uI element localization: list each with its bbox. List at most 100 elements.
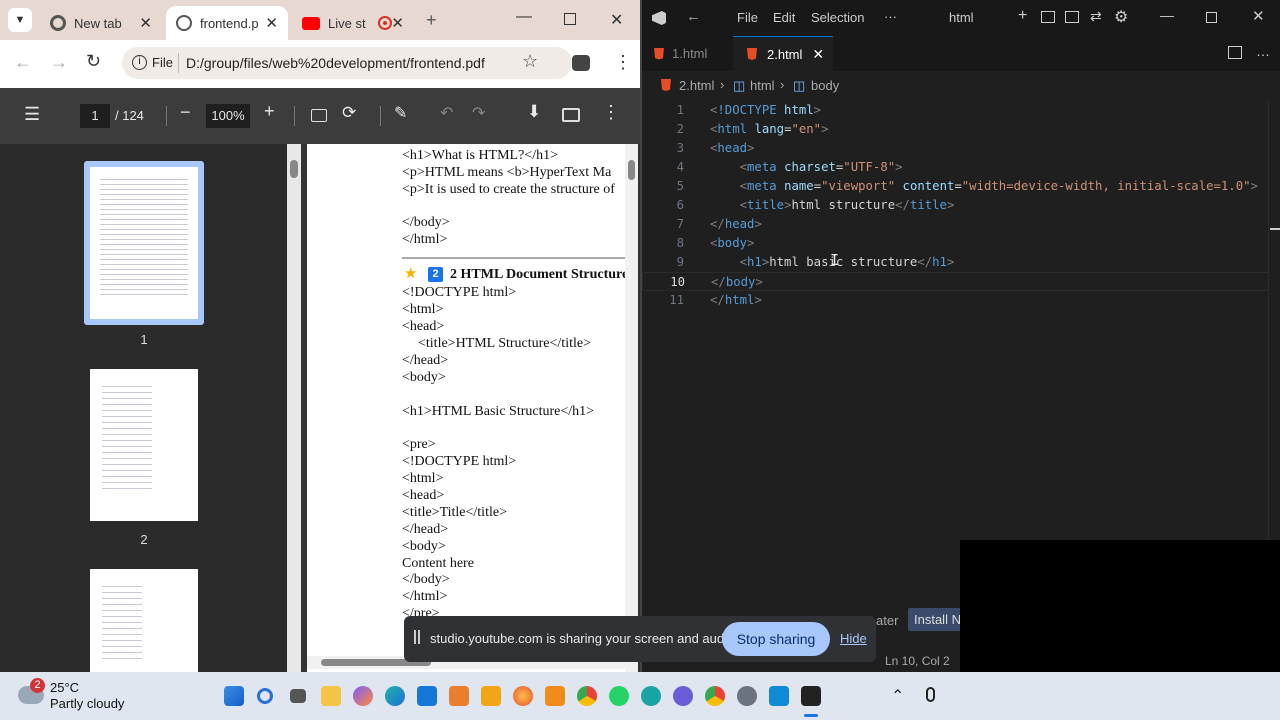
maximize-button[interactable] <box>1206 12 1217 23</box>
forward-button[interactable]: → <box>50 52 68 73</box>
layout-icon[interactable]: ⇄ <box>1090 8 1102 25</box>
back-button[interactable]: ← <box>686 8 701 25</box>
drag-handle-icon[interactable] <box>414 630 420 644</box>
file-chip[interactable]: File <box>152 55 173 70</box>
url-text[interactable]: D:/group/files/web%20development/fronten… <box>186 55 485 71</box>
toggle-sidebar-icon[interactable] <box>1041 11 1055 23</box>
redo-icon[interactable]: ↷ <box>472 103 485 123</box>
command-center-search[interactable]: html <box>949 10 974 25</box>
more-actions-icon[interactable]: … <box>1256 43 1270 59</box>
toggle-panel-icon[interactable] <box>1065 11 1079 23</box>
reload-button[interactable]: ↻ <box>86 51 101 72</box>
outlook-icon[interactable] <box>417 686 437 706</box>
browser-window: ▼ New tab ✕ frontend.p ✕ Live st ✕ + — ✕… <box>0 0 640 672</box>
stop-sharing-button[interactable]: Stop sharing <box>722 622 830 656</box>
app-orange-icon[interactable] <box>545 686 565 706</box>
split-editor-icon[interactable] <box>1228 46 1242 59</box>
download-icon[interactable]: ⬇ <box>527 102 541 122</box>
edge-icon[interactable] <box>385 686 405 706</box>
notes-icon[interactable] <box>481 686 501 706</box>
hide-button[interactable]: Hide <box>840 631 867 646</box>
office-icon[interactable] <box>449 686 469 706</box>
start-icon[interactable] <box>224 686 244 706</box>
html5-icon <box>654 47 664 60</box>
file-explorer-icon[interactable] <box>321 686 341 706</box>
fit-page-icon[interactable] <box>311 109 327 122</box>
menu-file[interactable]: File <box>737 10 758 25</box>
print-icon[interactable] <box>562 108 580 122</box>
extension-icon[interactable] <box>572 55 590 71</box>
tab-2-html[interactable]: 2.html ✕ <box>733 36 833 71</box>
app-circle-icon[interactable] <box>673 686 693 706</box>
microphone-icon[interactable] <box>926 687 935 702</box>
code-line: 9 <h1>html basic structure</h1> <box>676 255 955 269</box>
calculator-icon[interactable] <box>769 686 789 706</box>
menu-selection[interactable]: Selection <box>811 10 864 25</box>
chrome-icon[interactable] <box>577 686 597 706</box>
tab-new-tab[interactable]: New tab ✕ <box>40 6 162 40</box>
bookmark-star-icon[interactable]: ☆ <box>522 51 538 72</box>
menu-icon[interactable]: ☰ <box>24 104 40 125</box>
firefox-icon[interactable] <box>513 686 533 706</box>
zoom-out-button[interactable]: − <box>180 102 191 123</box>
tab-label: 2.html <box>767 46 803 62</box>
star-icon: ★ <box>404 266 418 282</box>
close-window-button[interactable]: ✕ <box>1252 7 1265 25</box>
rotate-icon[interactable]: ⟳ <box>342 103 356 123</box>
vscode-logo-icon <box>652 11 666 25</box>
task-view-icon[interactable] <box>290 689 306 703</box>
zoom-input[interactable]: 100% <box>206 104 250 128</box>
close-window-button[interactable]: ✕ <box>610 10 623 30</box>
copilot-icon[interactable] <box>353 686 373 706</box>
app-teal-icon[interactable] <box>641 686 661 706</box>
search-icon[interactable] <box>257 688 273 704</box>
tab-1-html[interactable]: 1.html <box>642 36 730 71</box>
menu-edit[interactable]: Edit <box>773 10 795 25</box>
page-vertical-scrollbar[interactable] <box>625 144 638 672</box>
tab-search-button[interactable]: ▼ <box>8 8 32 32</box>
more-options-icon[interactable]: ⋮ <box>602 102 620 123</box>
thumbnail-label: 2 <box>140 532 148 547</box>
tab-frontend-pdf[interactable]: frontend.p ✕ <box>166 6 288 40</box>
vscode-taskbar-icon[interactable] <box>801 686 821 706</box>
later-button[interactable]: ater <box>876 613 898 628</box>
editor-scrollbar[interactable] <box>1268 101 1280 571</box>
tab-live-stream[interactable]: Live st ✕ <box>292 6 414 40</box>
breadcrumb-html[interactable]: html <box>750 78 775 93</box>
address-bar[interactable]: i File D:/group/files/web%20development/… <box>122 47 572 79</box>
whatsapp-icon[interactable] <box>609 686 629 706</box>
breadcrumb-body[interactable]: body <box>811 78 839 93</box>
weather-widget[interactable]: 2 25°C Partly cloudy <box>14 676 154 716</box>
thumbnail-page-3[interactable] <box>90 569 198 672</box>
pdf-vertical-scrollbar[interactable] <box>287 144 301 672</box>
annotate-icon[interactable]: ✎ <box>394 103 407 123</box>
settings-gear-icon[interactable]: ⚙ <box>1114 7 1128 27</box>
menu-more[interactable]: ··· <box>884 9 897 24</box>
breadcrumb-file[interactable]: 2.html <box>679 78 714 93</box>
back-button[interactable]: ← <box>14 52 32 73</box>
maximize-button[interactable] <box>564 13 576 25</box>
close-icon[interactable]: ✕ <box>812 46 824 63</box>
chevron-right-icon: › <box>720 77 725 92</box>
install-button[interactable]: Install No <box>908 608 962 631</box>
thumbnail-page-2[interactable] <box>90 369 198 521</box>
minimize-button[interactable]: — <box>1160 7 1174 23</box>
new-tab-button[interactable]: + <box>426 10 437 31</box>
add-icon[interactable]: + <box>1018 7 1027 25</box>
settings-gear-icon[interactable] <box>737 686 757 706</box>
pdf-text-line: <title>HTML Structure</title> <box>418 336 591 351</box>
undo-icon[interactable]: ↶ <box>440 103 453 123</box>
status-position[interactable]: Ln 10, Col 2 <box>885 654 950 668</box>
close-icon[interactable]: ✕ <box>139 14 152 32</box>
share-message: studio.youtube.com is sharing your scree… <box>430 631 738 646</box>
close-icon[interactable]: ✕ <box>391 14 404 32</box>
minimize-button[interactable]: — <box>516 8 532 26</box>
browser-menu-icon[interactable]: ⋮ <box>614 52 632 73</box>
close-icon[interactable]: ✕ <box>265 14 278 32</box>
chrome-profile-icon[interactable] <box>705 686 725 706</box>
thumbnail-page-1[interactable] <box>90 167 198 319</box>
code-editor[interactable]: 1 <!DOCTYPE html> 2 <html lang="en"> 3 <hea… <box>642 101 1280 551</box>
chevron-up-icon[interactable]: ⌃ <box>891 686 904 706</box>
page-number-input[interactable]: 1 <box>80 104 110 128</box>
zoom-in-button[interactable]: + <box>264 101 275 122</box>
